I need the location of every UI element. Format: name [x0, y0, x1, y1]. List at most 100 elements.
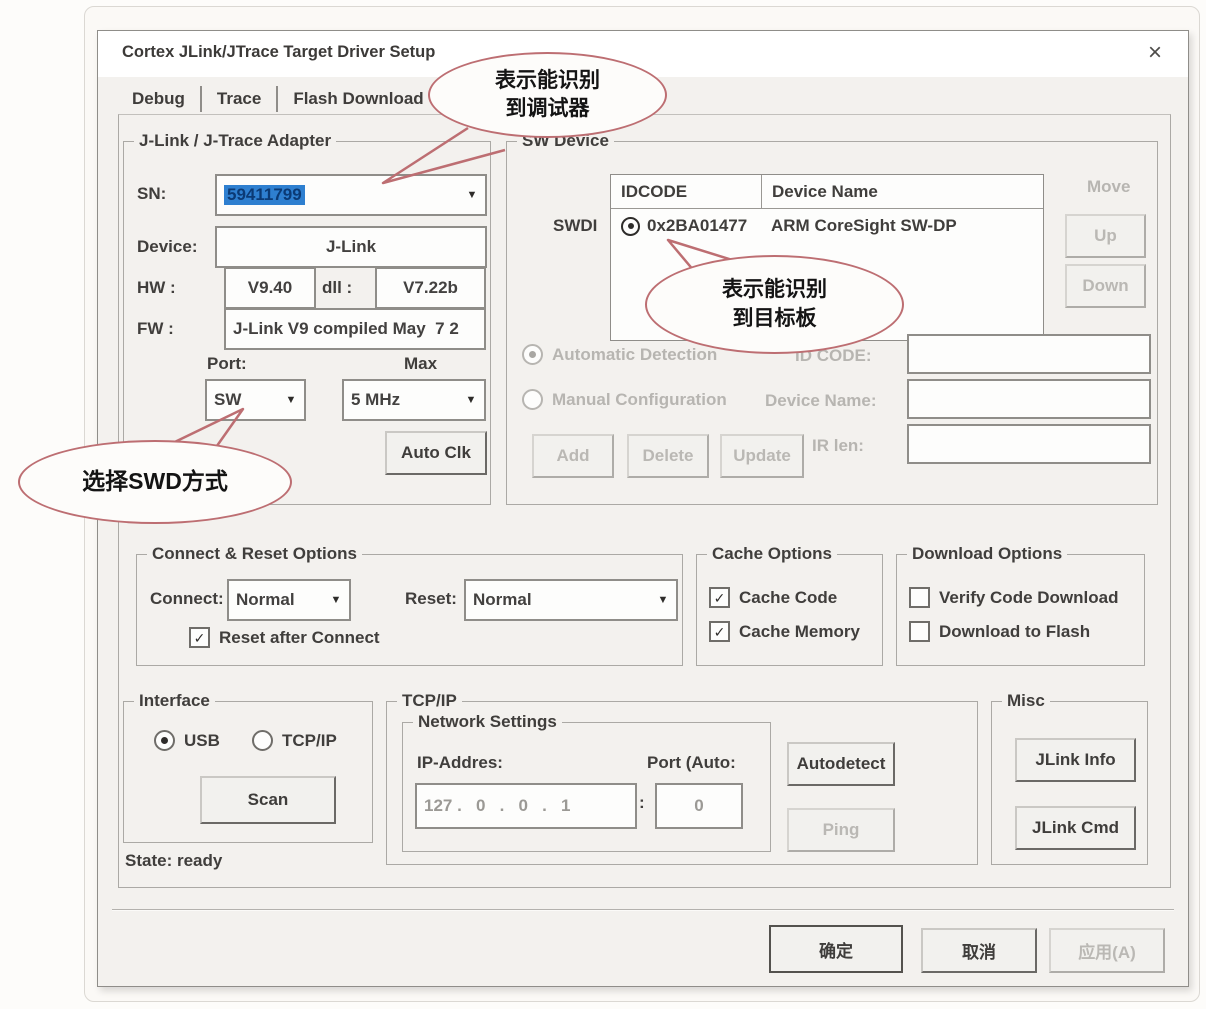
state-text: State: ready	[125, 851, 222, 871]
sn-value: 59411799	[224, 185, 305, 205]
port-value: 0	[687, 796, 710, 816]
chevron-down-icon[interactable]: ▼	[459, 189, 485, 201]
radio-icon	[522, 389, 543, 410]
verify-code-download-checkbox[interactable]: ✓ Verify Code Download	[909, 587, 1118, 608]
download-options-group: Download Options ✓ Verify Code Download …	[896, 554, 1145, 666]
device-value: J-Link	[319, 237, 383, 257]
update-button: Update	[720, 434, 804, 478]
ip-address-label: IP-Addres:	[417, 753, 503, 773]
port-value: SW	[207, 390, 278, 410]
scan-button[interactable]: Scan	[200, 776, 336, 824]
ir-len-input[interactable]	[907, 424, 1151, 464]
target-detected-icon	[621, 217, 640, 236]
checkbox-checked-icon: ✓	[189, 627, 210, 648]
move-up-button: Up	[1065, 214, 1146, 258]
ir-len-label: IR len:	[812, 436, 864, 456]
colon-separator: :	[639, 793, 645, 813]
callout-debugger-detected: 表示能识别 到调试器	[428, 52, 667, 138]
usb-radio[interactable]: USB	[154, 730, 220, 751]
auto-clk-button[interactable]: Auto Clk	[385, 431, 487, 475]
tab-debug[interactable]: Debug	[126, 86, 202, 112]
ip-address-value: 127 . 0 . 0 . 1	[417, 796, 577, 816]
reset-after-connect-checkbox[interactable]: ✓ Reset after Connect	[189, 627, 380, 648]
max-label: Max	[404, 354, 437, 374]
adapter-legend: J-Link / J-Trace Adapter	[134, 131, 336, 151]
connect-reset-group: Connect & Reset Options Connect: Normal …	[136, 554, 683, 666]
chevron-down-icon[interactable]: ▼	[458, 394, 484, 406]
tcpip-legend: TCP/IP	[397, 691, 462, 711]
table-row[interactable]: 0x2BA01477 ARM CoreSight SW-DP	[611, 209, 1043, 243]
jlink-info-button[interactable]: JLink Info	[1015, 738, 1136, 782]
delete-button: Delete	[627, 434, 709, 478]
hw-label: HW :	[137, 278, 176, 298]
reset-label: Reset:	[405, 589, 457, 609]
chevron-down-icon[interactable]: ▼	[650, 594, 676, 606]
add-button: Add	[532, 434, 614, 478]
port-label: Port:	[207, 354, 247, 374]
connect-combobox[interactable]: Normal ▼	[227, 579, 351, 621]
footer-separator	[112, 909, 1174, 911]
jlink-cmd-button[interactable]: JLink Cmd	[1015, 806, 1136, 850]
hw-value: V9.40	[241, 278, 299, 298]
reset-value: Normal	[466, 590, 650, 610]
device-field: J-Link	[215, 226, 487, 268]
cache-options-legend: Cache Options	[707, 544, 837, 564]
device-name-header: Device Name	[762, 182, 888, 202]
radio-checked-icon	[154, 730, 175, 751]
max-clock-combobox[interactable]: 5 MHz ▼	[342, 379, 486, 421]
port-auto-label: Port (Auto:	[647, 753, 736, 773]
cancel-button[interactable]: 取消	[921, 928, 1037, 973]
tab-strip: Debug Trace Flash Download	[126, 83, 441, 115]
cache-code-checkbox[interactable]: ✓ Cache Code	[709, 587, 837, 608]
chevron-down-icon[interactable]: ▼	[323, 594, 349, 606]
device-name-value: ARM CoreSight SW-DP	[761, 216, 967, 236]
checkbox-unchecked-icon: ✓	[909, 621, 930, 642]
dll-field: V7.22b	[375, 267, 486, 309]
table-header-row: IDCODE Device Name	[611, 175, 1043, 209]
fw-value: J-Link V9 compiled May 7 2	[226, 319, 466, 339]
chevron-down-icon[interactable]: ▼	[278, 394, 304, 406]
checkbox-checked-icon: ✓	[709, 621, 730, 642]
port-input: 0	[655, 783, 743, 829]
port-combobox[interactable]: SW ▼	[205, 379, 306, 421]
device-name-input[interactable]	[907, 379, 1151, 419]
connect-value: Normal	[229, 590, 323, 610]
tab-trace[interactable]: Trace	[202, 86, 278, 112]
fw-label: FW :	[137, 319, 174, 339]
device-name-field-label: Device Name:	[765, 391, 877, 411]
device-label: Device:	[137, 237, 197, 257]
dll-value: V7.22b	[396, 278, 465, 298]
callout-target-detected: 表示能识别 到目标板	[645, 255, 904, 354]
move-down-button: Down	[1065, 264, 1146, 308]
cache-options-group: Cache Options ✓ Cache Code ✓ Cache Memor…	[696, 554, 883, 666]
automatic-detection-radio: Automatic Detection	[522, 344, 717, 365]
misc-legend: Misc	[1002, 691, 1050, 711]
apply-button: 应用(A)	[1049, 928, 1165, 973]
tab-flash-download[interactable]: Flash Download	[278, 86, 440, 112]
id-code-input[interactable]	[907, 334, 1151, 374]
hw-field: V9.40	[224, 267, 316, 309]
radio-icon	[252, 730, 273, 751]
move-label: Move	[1087, 177, 1130, 197]
fw-field: J-Link V9 compiled May 7 2	[224, 308, 486, 350]
swdio-row-label: SWDI	[553, 216, 597, 236]
connect-reset-legend: Connect & Reset Options	[147, 544, 362, 564]
idcode-value: 0x2BA01477	[647, 216, 747, 236]
close-icon[interactable]: ×	[1148, 39, 1162, 67]
misc-group: Misc JLink Info JLink Cmd	[991, 701, 1148, 865]
max-clock-value: 5 MHz	[344, 390, 458, 410]
checkbox-unchecked-icon: ✓	[909, 587, 930, 608]
download-options-legend: Download Options	[907, 544, 1067, 564]
autodetect-button[interactable]: Autodetect	[787, 742, 895, 786]
dialog-title: Cortex JLink/JTrace Target Driver Setup	[122, 43, 435, 62]
sn-label: SN:	[137, 184, 166, 204]
reset-combobox[interactable]: Normal ▼	[464, 579, 678, 621]
download-to-flash-checkbox[interactable]: ✓ Download to Flash	[909, 621, 1090, 642]
idcode-header: IDCODE	[611, 175, 762, 208]
tcpip-group: TCP/IP Network Settings IP-Addres: Port …	[386, 701, 978, 865]
sn-combobox[interactable]: 59411799 ▼	[215, 174, 487, 216]
cache-memory-checkbox[interactable]: ✓ Cache Memory	[709, 621, 860, 642]
tcpip-radio[interactable]: TCP/IP	[252, 730, 337, 751]
ok-button[interactable]: 确定	[769, 925, 903, 973]
radio-checked-icon	[522, 344, 543, 365]
